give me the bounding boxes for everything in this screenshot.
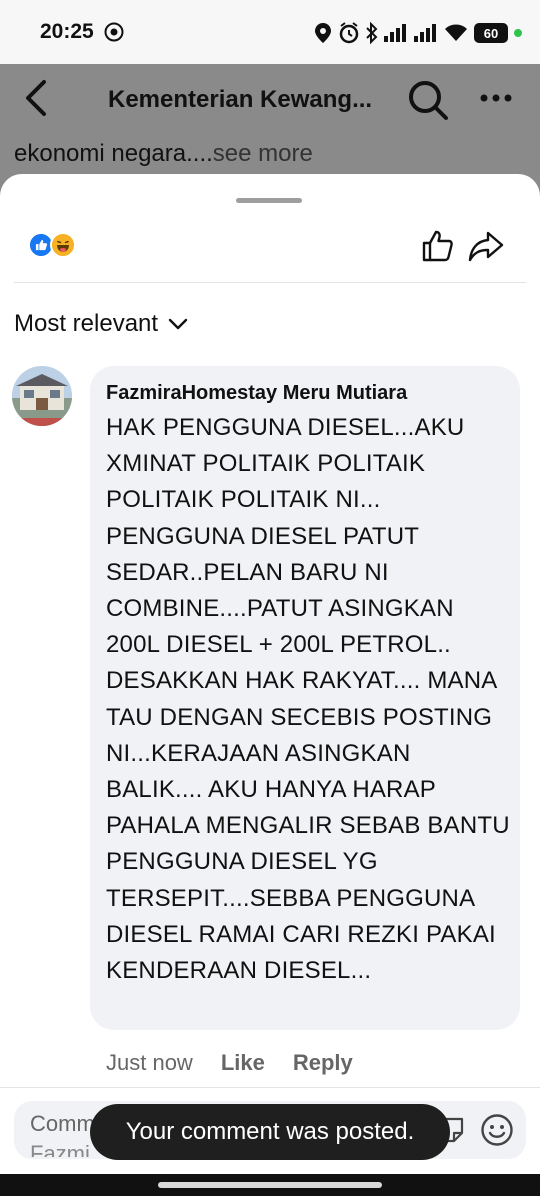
share-arrow-icon[interactable] [468, 230, 504, 262]
comment-bubble[interactable]: FazmiraHomestay Meru Mutiara HAK PENGGUN… [90, 366, 520, 1030]
comment-author[interactable]: FazmiraHomestay Meru Mutiara [106, 382, 407, 405]
location-icon [315, 23, 331, 43]
divider [14, 282, 526, 283]
homestay-photo [12, 366, 72, 426]
status-time: 20:25 [40, 20, 94, 43]
post-snippet: ekonomi negara....see more [14, 140, 313, 168]
divider [0, 1087, 540, 1088]
comment-timestamp: Just now [106, 1050, 193, 1075]
page-header: Kementerian Kewang... ekonomi negara....… [0, 64, 540, 174]
signal-icon [384, 24, 406, 42]
haha-reaction-icon [50, 232, 76, 258]
signal-icon [414, 24, 436, 42]
comment-input-mention: Fazmi [30, 1141, 90, 1157]
battery-icon: 60 [474, 23, 508, 43]
indicator-dot [514, 29, 522, 37]
like-thumb-icon[interactable] [420, 228, 456, 264]
wifi-icon [445, 24, 467, 41]
reply-button[interactable]: Reply [293, 1050, 353, 1076]
comments-sheet: Most relevant FazmiraHomestay Meru Mutia… [0, 174, 540, 1196]
bluetooth-icon [366, 22, 378, 44]
more-options-icon[interactable] [478, 90, 514, 106]
post-snippet-text: ekonomi negara.... [14, 140, 213, 167]
sort-dropdown[interactable]: Most relevant [14, 310, 188, 338]
comment-actions: Just now Like Reply [106, 1050, 353, 1076]
drag-handle[interactable] [236, 198, 302, 203]
page-title: Kementerian Kewang... [108, 86, 373, 113]
toast-text: Your comment was posted. [125, 1118, 415, 1145]
alarm-icon [339, 22, 359, 44]
posted-toast: Your comment was posted. [90, 1104, 450, 1160]
comment-input-placeholder: Comm [30, 1111, 95, 1136]
search-icon[interactable] [406, 78, 450, 122]
see-more-link[interactable]: see more [213, 140, 313, 167]
sort-label: Most relevant [14, 310, 159, 337]
gear-icon [104, 22, 124, 42]
reactions-summary[interactable] [28, 232, 88, 260]
chevron-down-icon [168, 318, 188, 330]
status-bar: 20:25 60 [0, 0, 540, 64]
emoji-icon[interactable] [480, 1113, 514, 1147]
comment-text: HAK PENGGUNA DIESEL...AKU XMINAT POLITAI… [106, 414, 510, 985]
system-nav-bar [0, 1174, 540, 1196]
like-button[interactable]: Like [221, 1050, 265, 1076]
home-gesture-handle[interactable] [158, 1182, 382, 1188]
avatar[interactable] [12, 366, 72, 426]
back-arrow-icon[interactable] [20, 78, 52, 118]
status-icons: 60 [314, 20, 522, 46]
